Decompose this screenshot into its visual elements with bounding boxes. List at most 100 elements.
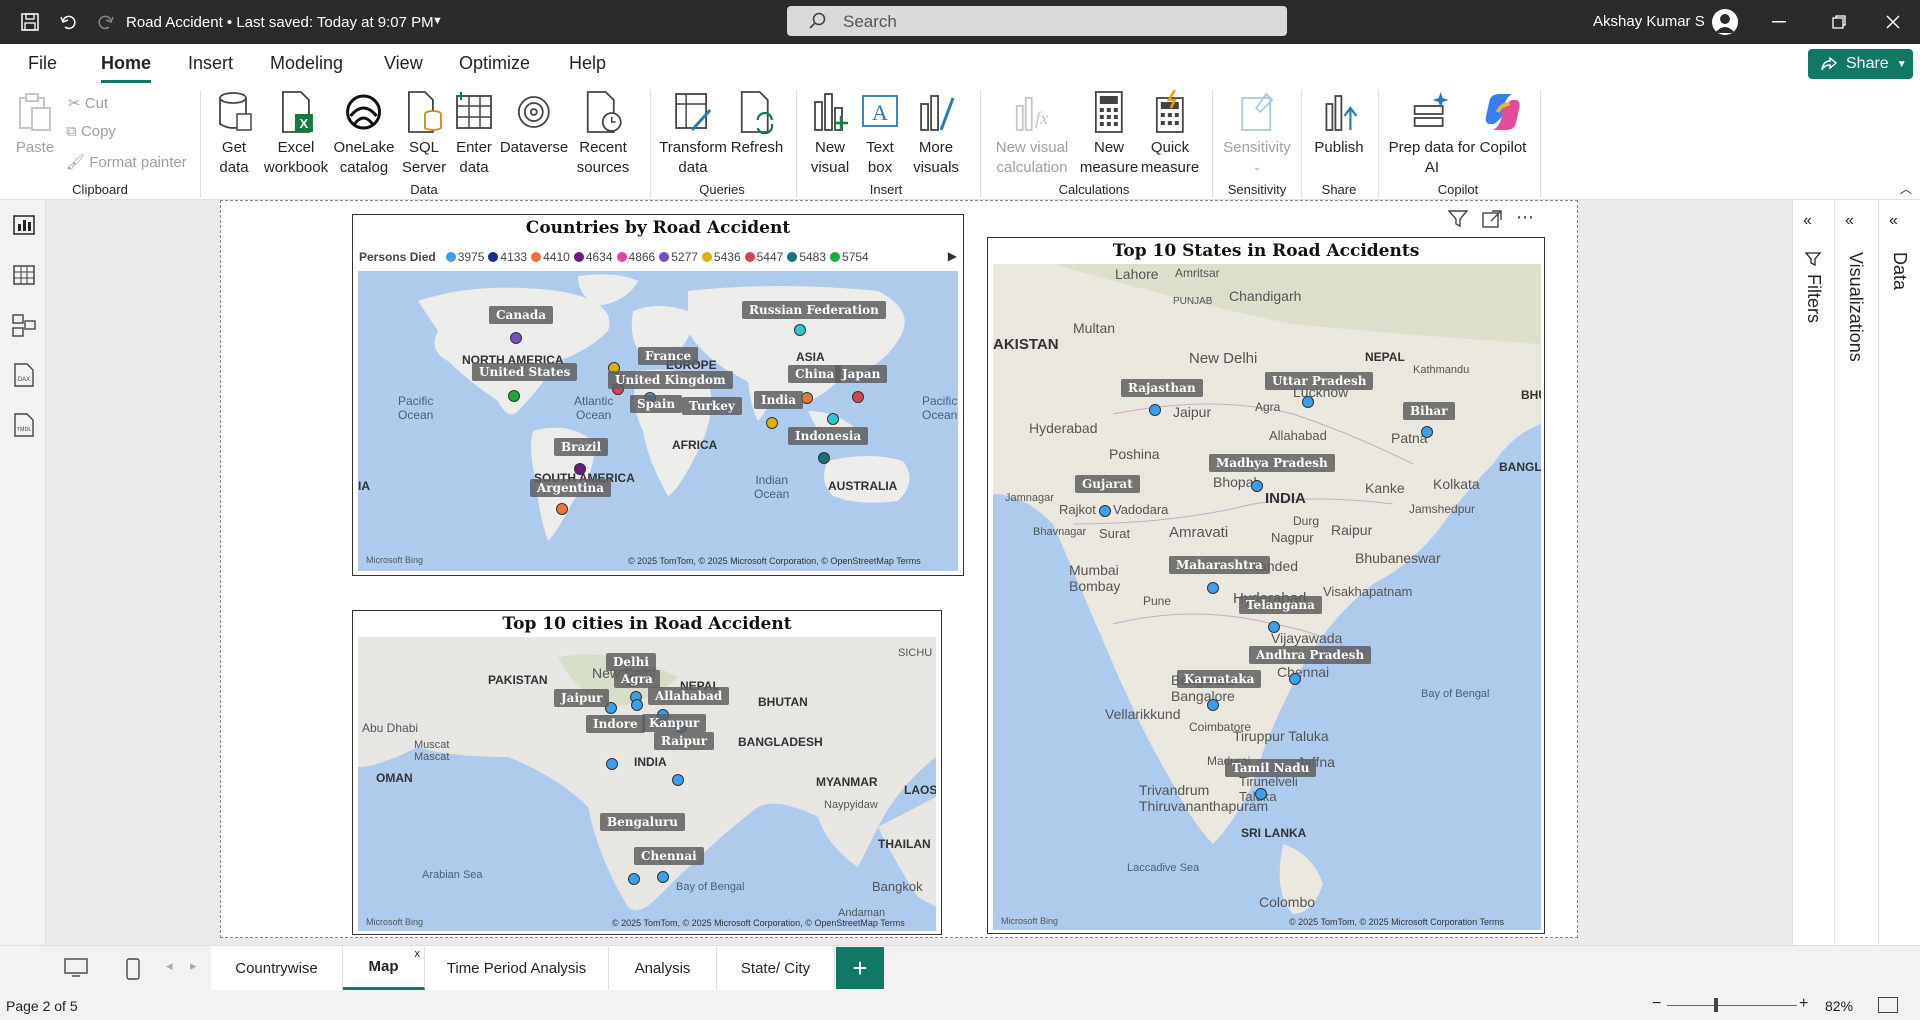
- expand-visualizations-icon[interactable]: «: [1845, 212, 1854, 230]
- map-copyright[interactable]: © 2025 TomTom, © 2025 Microsoft Corporat…: [628, 556, 921, 566]
- report-view-icon[interactable]: [11, 212, 37, 238]
- states-map-visual[interactable]: Top 10 States in Road Accidents AKISTAN …: [987, 237, 1545, 934]
- sql-server-button[interactable]: SQL Server: [402, 90, 446, 178]
- cities-map-visual[interactable]: Top 10 cities in Road Accident PAKISTAN …: [352, 610, 942, 935]
- avatar[interactable]: [1712, 9, 1738, 35]
- map-point[interactable]: [1149, 404, 1161, 416]
- prep-data-for-ai-button[interactable]: Prep data for AI: [1389, 90, 1475, 178]
- more-options-icon[interactable]: ⋯: [1516, 208, 1534, 233]
- paste-button[interactable]: Paste: [14, 90, 56, 158]
- tab-optimize[interactable]: Optimize: [459, 53, 530, 74]
- map-point[interactable]: [1207, 699, 1219, 711]
- map-point[interactable]: [1421, 426, 1433, 438]
- legend-item[interactable]: 5277: [659, 250, 698, 264]
- legend-item[interactable]: 5436: [701, 250, 741, 264]
- filters-pane[interactable]: « Filters: [1792, 200, 1834, 945]
- map-point[interactable]: [1255, 788, 1267, 800]
- visualizations-pane[interactable]: « Visualizations: [1834, 200, 1878, 945]
- copy-button[interactable]: ⧉ Copy: [66, 123, 116, 140]
- page-tab-map[interactable]: Map x: [343, 946, 425, 990]
- map-point[interactable]: [631, 699, 643, 711]
- page-tab-state-city[interactable]: State/ City: [717, 946, 835, 990]
- tab-insert[interactable]: Insert: [188, 53, 233, 74]
- share-button[interactable]: Share ▼: [1808, 49, 1913, 79]
- map-point[interactable]: [1268, 621, 1280, 633]
- zoom-in-button[interactable]: +: [1799, 995, 1808, 1013]
- zoom-slider-thumb[interactable]: [1714, 998, 1719, 1012]
- publish-button[interactable]: Publish: [1314, 90, 1364, 158]
- map-point[interactable]: [556, 503, 568, 515]
- page-tab-analysis[interactable]: Analysis: [609, 946, 717, 990]
- text-box-button[interactable]: A Text box: [859, 90, 901, 178]
- redo-icon[interactable]: [94, 10, 118, 34]
- legend-next-icon[interactable]: ▶: [948, 249, 957, 263]
- filter-icon[interactable]: [1447, 210, 1469, 233]
- tab-view[interactable]: View: [384, 53, 423, 74]
- map-point[interactable]: [766, 417, 778, 429]
- previous-page-icon[interactable]: ◂: [166, 958, 173, 974]
- onelake-catalog-button[interactable]: OneLake catalog: [334, 90, 394, 178]
- search-input[interactable]: Search: [787, 6, 1287, 36]
- mobile-layout-icon[interactable]: [126, 958, 140, 983]
- map-copyright[interactable]: © 2025 TomTom, © 2025 Microsoft Corporat…: [612, 918, 905, 928]
- map-point[interactable]: [510, 332, 522, 344]
- transform-data-button[interactable]: Transform data: [659, 90, 727, 178]
- excel-workbook-button[interactable]: X Excel workbook: [264, 90, 328, 178]
- tmdl-view-icon[interactable]: TMDL: [11, 412, 37, 438]
- expand-filters-icon[interactable]: «: [1803, 212, 1812, 230]
- quick-measure-button[interactable]: Quick measure: [1141, 90, 1199, 178]
- map-point[interactable]: [628, 873, 640, 885]
- map-point[interactable]: [606, 758, 618, 770]
- focus-mode-icon[interactable]: [1482, 210, 1502, 233]
- undo-icon[interactable]: [56, 10, 80, 34]
- legend-item[interactable]: 4634: [573, 250, 613, 264]
- tab-help[interactable]: Help: [569, 53, 606, 74]
- save-icon[interactable]: [18, 10, 42, 34]
- world-map[interactable]: NORTH AMERICA SOUTH AMERICA EUROPE ASIA …: [358, 271, 958, 571]
- legend-item[interactable]: 5754: [830, 250, 869, 264]
- collapse-ribbon-icon[interactable]: ︿: [1900, 180, 1912, 197]
- map-copyright[interactable]: © 2025 TomTom, © 2025 Microsoft Corporat…: [1289, 917, 1504, 927]
- map-point[interactable]: [1207, 582, 1219, 594]
- add-page-button[interactable]: +: [836, 947, 884, 989]
- document-title[interactable]: Road Accident • Last saved: Today at 9:0…: [126, 14, 434, 31]
- fit-to-page-icon[interactable]: [1878, 997, 1898, 1013]
- map-point[interactable]: [1251, 480, 1263, 492]
- legend-item[interactable]: 5483: [787, 250, 826, 264]
- new-visual-button[interactable]: New visual: [809, 90, 851, 178]
- recent-sources-button[interactable]: Recent sources: [577, 90, 629, 178]
- data-pane[interactable]: « Data: [1878, 200, 1920, 945]
- dax-query-view-icon[interactable]: DAX: [11, 362, 37, 388]
- user-name[interactable]: Akshay Kumar S: [1593, 13, 1705, 30]
- close-tab-icon[interactable]: x: [415, 948, 421, 960]
- map-point[interactable]: [827, 413, 839, 425]
- zoom-out-button[interactable]: −: [1652, 995, 1661, 1013]
- refresh-button[interactable]: Refresh: [731, 90, 783, 158]
- close-icon[interactable]: [1878, 10, 1908, 34]
- legend-item[interactable]: 4133: [488, 250, 527, 264]
- new-visual-calculation-button[interactable]: fx New visual calculation: [996, 90, 1068, 178]
- enter-data-button[interactable]: Enter data: [453, 90, 495, 178]
- dataverse-button[interactable]: Dataverse: [500, 90, 568, 158]
- zoom-slider[interactable]: [1667, 1005, 1797, 1006]
- tab-home[interactable]: Home: [101, 53, 152, 83]
- get-data-button[interactable]: Get data: [213, 90, 255, 178]
- countries-map-visual[interactable]: Countries by Road Accident Persons Died …: [352, 214, 964, 576]
- map-point[interactable]: [818, 452, 830, 464]
- more-visuals-button[interactable]: More visuals: [913, 90, 959, 178]
- expand-data-icon[interactable]: «: [1889, 212, 1898, 230]
- new-measure-button[interactable]: New measure: [1080, 90, 1138, 178]
- minimize-icon[interactable]: [1764, 10, 1794, 34]
- legend-item[interactable]: 5447: [744, 250, 783, 264]
- map-point[interactable]: [1099, 505, 1111, 517]
- zoom-level[interactable]: 82%: [1825, 998, 1853, 1014]
- format-painter-button[interactable]: 🖌 Format painter: [66, 153, 187, 171]
- next-page-icon[interactable]: ▸: [190, 958, 197, 974]
- copilot-button[interactable]: Copilot: [1480, 90, 1526, 158]
- map-point[interactable]: [508, 390, 520, 402]
- map-point[interactable]: [574, 463, 586, 475]
- map-point[interactable]: [1289, 673, 1301, 685]
- desktop-layout-icon[interactable]: [64, 958, 88, 981]
- chevron-down-icon[interactable]: ▼: [432, 15, 443, 27]
- page-tab-countrywise[interactable]: Countrywise: [211, 946, 343, 990]
